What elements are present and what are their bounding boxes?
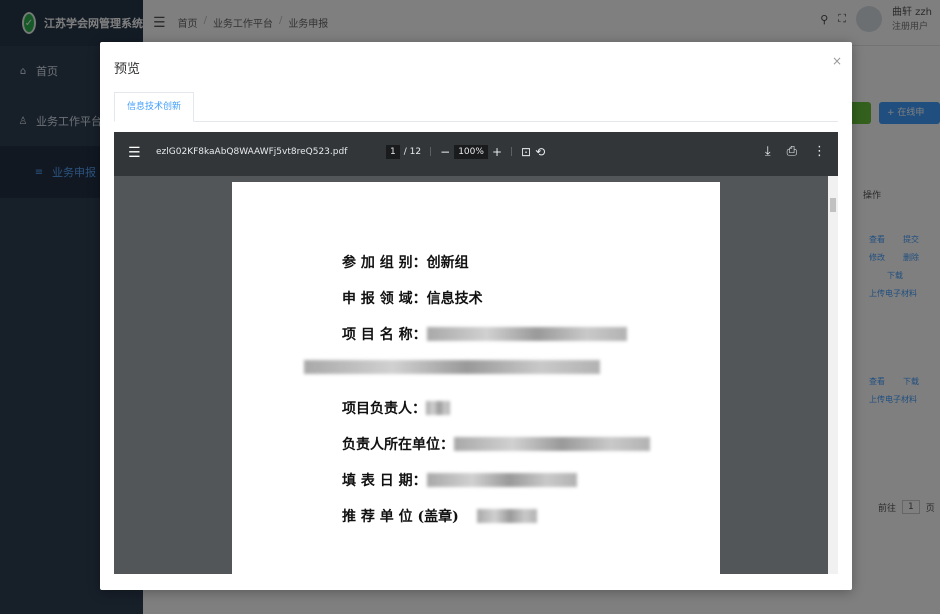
fit-page-icon[interactable]: ⊡ bbox=[521, 145, 531, 159]
preview-dialog: 预览 × 信息技术创新 ☰ ezlG02KF8kaAbQ8WAAWFj5vt8r… bbox=[100, 42, 852, 590]
rotate-icon[interactable]: ⟲ bbox=[535, 145, 545, 159]
group-value: 创新组 bbox=[426, 255, 469, 271]
group-label: 参 加 组 别： bbox=[342, 255, 427, 271]
recommend-label: 推 荐 单 位 (盖章) bbox=[342, 509, 459, 525]
scrollbar[interactable] bbox=[828, 176, 838, 574]
tab-bar: 信息技术创新 bbox=[114, 92, 838, 122]
redacted-unit bbox=[454, 437, 650, 451]
doc-field: 申 报 领 域： 信息技术 bbox=[342, 288, 483, 308]
doc-leader: 项目负责人： bbox=[342, 398, 450, 418]
project-label: 项 目 名 称： bbox=[342, 327, 427, 343]
page-controls: 1 / 12 | − 100% + | ⊡ ⟲ bbox=[386, 145, 545, 159]
date-label: 填 表 日 期： bbox=[342, 473, 427, 489]
redacted-leader bbox=[426, 401, 450, 415]
zoom-input[interactable]: 100% bbox=[454, 145, 488, 159]
print-icon[interactable]: ⎙ bbox=[787, 144, 797, 159]
redacted-date bbox=[426, 473, 577, 487]
doc-group: 参 加 组 别： 创新组 bbox=[342, 252, 469, 272]
page-total: / 12 bbox=[403, 147, 422, 157]
pdf-toolbar: ☰ ezlG02KF8kaAbQ8WAAWFj5vt8reQ523.pdf 1 … bbox=[114, 132, 838, 176]
redacted-recommend bbox=[476, 509, 537, 523]
download-icon[interactable]: ⤓ bbox=[765, 144, 771, 159]
dialog-title: 预览 bbox=[114, 62, 141, 77]
page-number-input[interactable]: 1 bbox=[386, 145, 400, 159]
pdf-right-tools: ⤓ ⎙ ⋮ bbox=[765, 144, 826, 159]
pdf-filename: ezlG02KF8kaAbQ8WAAWFj5vt8reQ523.pdf bbox=[156, 147, 348, 157]
doc-project-cont bbox=[304, 360, 600, 374]
menu-icon[interactable]: ☰ bbox=[128, 145, 141, 161]
more-icon[interactable]: ⋮ bbox=[813, 144, 826, 159]
redacted-project-name-cont bbox=[304, 360, 600, 374]
leader-label: 项目负责人： bbox=[342, 401, 426, 417]
doc-project: 项 目 名 称： bbox=[342, 324, 627, 344]
tab-info-tech[interactable]: 信息技术创新 bbox=[114, 92, 195, 122]
zoom-in-icon[interactable]: + bbox=[492, 145, 502, 159]
doc-recommend: 推 荐 单 位 (盖章) bbox=[342, 506, 537, 526]
pdf-viewer: ☰ ezlG02KF8kaAbQ8WAAWFj5vt8reQ523.pdf 1 … bbox=[114, 132, 838, 574]
doc-unit: 负责人所在单位： bbox=[342, 434, 650, 454]
pdf-page: 参 加 组 别： 创新组 申 报 领 域： 信息技术 项 目 名 称： 项目负责… bbox=[232, 182, 720, 574]
unit-label: 负责人所在单位： bbox=[342, 437, 454, 453]
doc-date: 填 表 日 期： bbox=[342, 470, 577, 490]
redacted-project-name bbox=[426, 327, 627, 341]
close-icon[interactable]: × bbox=[832, 54, 842, 68]
scroll-thumb[interactable] bbox=[830, 198, 836, 212]
field-label: 申 报 领 域： bbox=[342, 291, 427, 307]
zoom-out-icon[interactable]: − bbox=[440, 145, 450, 159]
field-value: 信息技术 bbox=[426, 291, 483, 307]
